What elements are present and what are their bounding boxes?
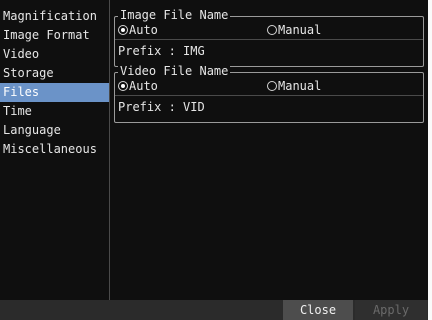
image-manual-radio[interactable]: Manual	[267, 23, 321, 37]
image-file-name-options: Auto Manual	[115, 21, 423, 40]
video-manual-radio[interactable]: Manual	[267, 79, 321, 93]
settings-window: Magnification Image Format Video Storage…	[0, 0, 428, 320]
sidebar-item-miscellaneous[interactable]: Miscellaneous	[0, 140, 109, 159]
radio-checked-icon	[118, 81, 128, 91]
apply-button[interactable]: Apply	[355, 300, 427, 320]
sidebar-item-video[interactable]: Video	[0, 45, 109, 64]
sidebar-item-magnification[interactable]: Magnification	[0, 7, 109, 26]
sidebar-item-image-format[interactable]: Image Format	[0, 26, 109, 45]
video-auto-radio[interactable]: Auto	[118, 79, 158, 93]
radio-unchecked-icon	[267, 81, 277, 91]
sidebar-item-language[interactable]: Language	[0, 121, 109, 140]
video-prefix-field[interactable]: Prefix : VID	[118, 99, 205, 115]
video-prefix-value: VID	[183, 100, 205, 114]
image-manual-label: Manual	[278, 23, 322, 37]
video-prefix-label: Prefix	[118, 100, 162, 114]
prefix-separator: :	[161, 44, 184, 58]
video-file-name-options: Auto Manual	[115, 77, 423, 96]
radio-checked-icon	[118, 25, 128, 35]
image-auto-radio[interactable]: Auto	[118, 23, 158, 37]
prefix-separator: :	[161, 100, 184, 114]
settings-sidebar: Magnification Image Format Video Storage…	[0, 0, 110, 300]
image-prefix-label: Prefix	[118, 44, 162, 58]
sidebar-item-time[interactable]: Time	[0, 102, 109, 121]
video-file-name-group: Video File Name Auto Manual Prefix : VID	[114, 64, 424, 123]
bottom-button-bar: Close Apply	[0, 300, 428, 320]
video-auto-label: Auto	[129, 79, 158, 93]
sidebar-item-files[interactable]: Files	[0, 83, 109, 102]
image-prefix-value: IMG	[183, 44, 205, 58]
image-prefix-field[interactable]: Prefix : IMG	[118, 43, 205, 59]
close-button[interactable]: Close	[283, 300, 353, 320]
video-manual-label: Manual	[278, 79, 322, 93]
radio-unchecked-icon	[267, 25, 277, 35]
image-auto-label: Auto	[129, 23, 158, 37]
sidebar-item-storage[interactable]: Storage	[0, 64, 109, 83]
image-file-name-group: Image File Name Auto Manual Prefix : IMG	[114, 8, 424, 67]
